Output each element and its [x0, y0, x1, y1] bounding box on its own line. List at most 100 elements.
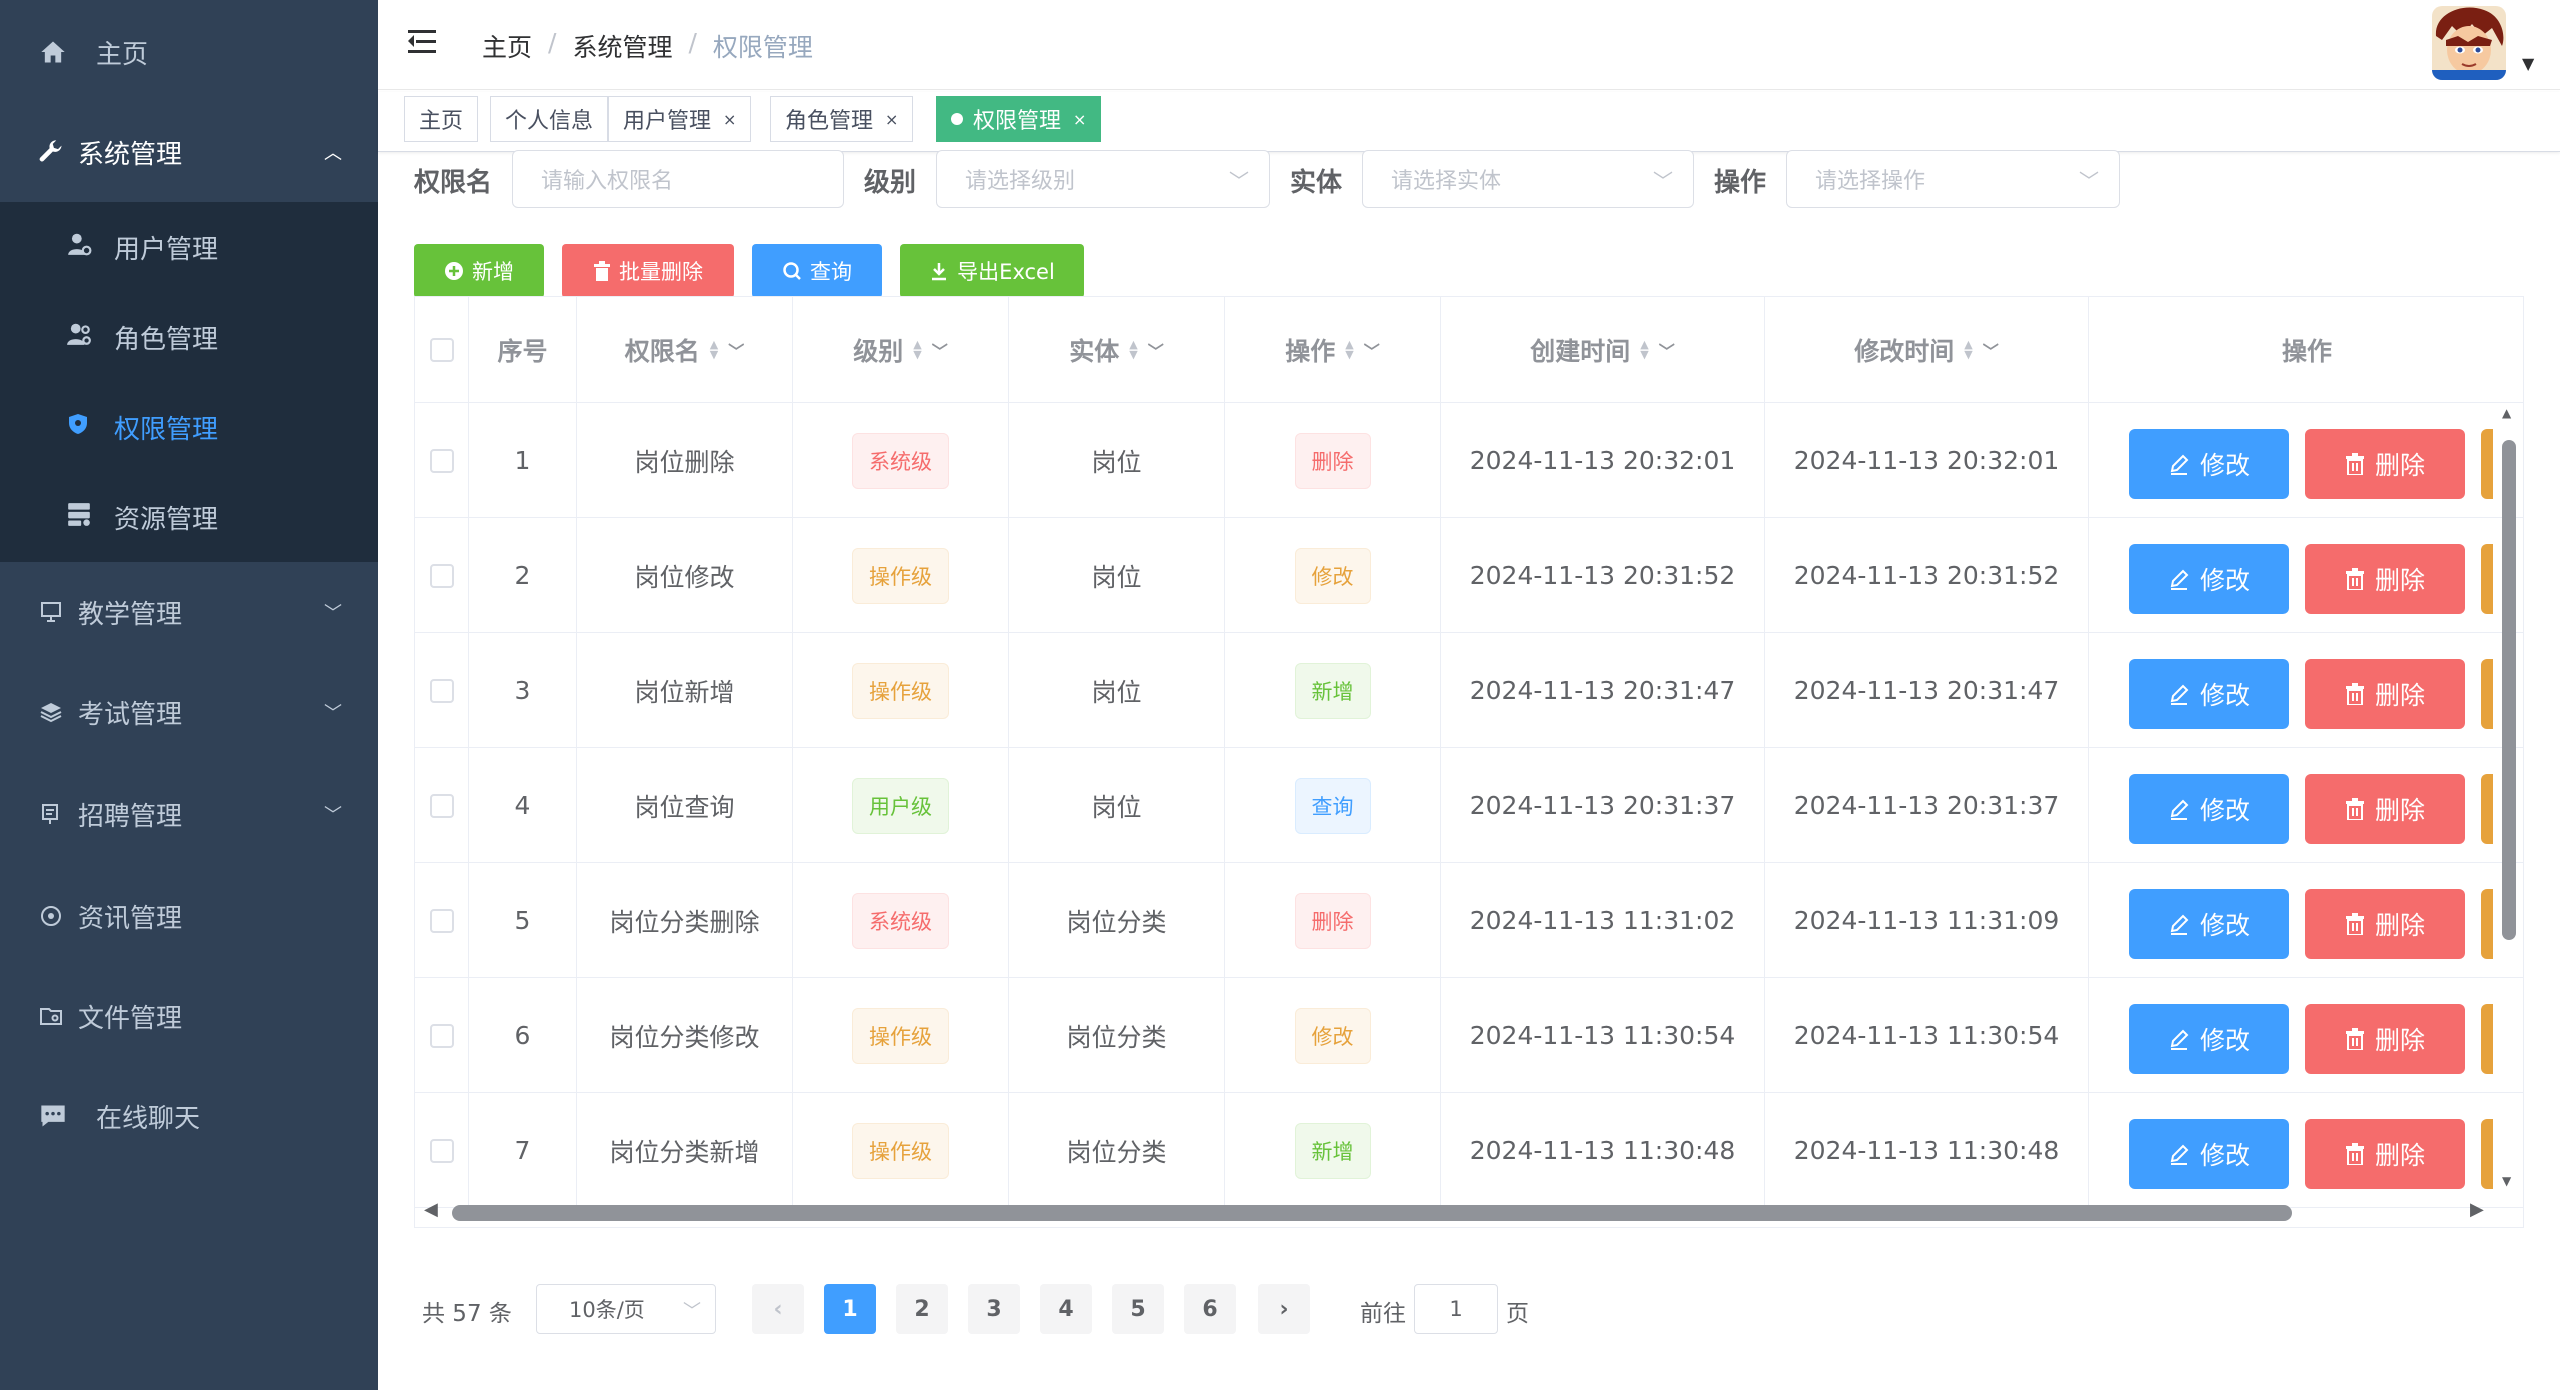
more-action-button[interactable] [2481, 544, 2493, 614]
add-button[interactable]: 新增 [414, 244, 544, 298]
delete-button[interactable]: 删除 [2305, 774, 2465, 844]
tag-users[interactable]: 用户管理 × [608, 96, 752, 142]
edit-button[interactable]: 修改 [2129, 889, 2289, 959]
level-select[interactable]: 请选择级别 ﹀ [936, 150, 1270, 208]
delete-button[interactable]: 删除 [2305, 889, 2465, 959]
filter-chevron-icon[interactable]: ﹀ [1148, 338, 1164, 362]
row-checkbox[interactable] [429, 448, 454, 473]
sort-icon[interactable]: ▲ ▼ [913, 339, 921, 360]
cell-index: 5 [469, 863, 577, 978]
edit-button[interactable]: 修改 [2129, 659, 2289, 729]
caret-down-icon[interactable]: ▼ [2522, 54, 2534, 73]
scroll-left-icon[interactable]: ◀ [424, 1199, 438, 1220]
filter-chevron-icon[interactable]: ﹀ [1983, 338, 1999, 362]
sidebar-item-roles[interactable]: 角色管理 [0, 292, 378, 382]
page-button[interactable]: 6 [1184, 1284, 1236, 1334]
select-all-checkbox[interactable] [429, 337, 454, 362]
sidebar-item-recruit[interactable]: 招聘管理 ﹀ [0, 764, 378, 864]
delete-button[interactable]: 删除 [2305, 544, 2465, 614]
more-action-button[interactable] [2481, 1119, 2493, 1189]
sidebar-item-permissions[interactable]: 权限管理 [0, 382, 378, 472]
close-icon[interactable]: × [1073, 110, 1086, 129]
edit-button[interactable]: 修改 [2129, 1119, 2289, 1189]
column-header-operation[interactable]: 操作 ▲ ▼ ﹀ [1225, 297, 1441, 403]
more-action-button[interactable] [2481, 1004, 2493, 1074]
close-icon[interactable]: × [885, 110, 898, 129]
more-action-button[interactable] [2481, 429, 2493, 499]
edit-button[interactable]: 修改 [2129, 544, 2289, 614]
sidebar-item-files[interactable]: 文件管理 [0, 966, 378, 1066]
prev-page-button[interactable]: ‹ [752, 1284, 804, 1334]
batch-delete-button[interactable]: 批量删除 [562, 244, 734, 298]
column-header-modified[interactable]: 修改时间 ▲ ▼ ﹀ [1765, 297, 2089, 403]
delete-button-label: 删除 [2374, 796, 2425, 825]
sidebar-item-resources[interactable]: 资源管理 [0, 472, 378, 562]
sidebar-item-label: 权限管理 [114, 414, 219, 445]
filter-chevron-icon[interactable]: ﹀ [932, 338, 948, 362]
more-action-button[interactable] [2481, 889, 2493, 959]
more-action-button[interactable] [2481, 659, 2493, 729]
sidebar-item-news[interactable]: 资讯管理 [0, 866, 378, 966]
edit-button[interactable]: 修改 [2129, 1004, 2289, 1074]
scroll-up-icon[interactable]: ▲ [2502, 406, 2511, 420]
goto-page-input[interactable]: 1 [1414, 1284, 1498, 1334]
tag-roles[interactable]: 角色管理 × [770, 96, 914, 142]
column-header-name[interactable]: 权限名 ▲ ▼ ﹀ [577, 297, 793, 403]
page-button[interactable]: 5 [1112, 1284, 1164, 1334]
filter-chevron-icon[interactable]: ﹀ [1364, 338, 1380, 362]
sidebar-item-exam[interactable]: 考试管理 ﹀ [0, 662, 378, 762]
page-button[interactable]: 3 [968, 1284, 1020, 1334]
column-header-level[interactable]: 级别 ▲ ▼ ﹀ [793, 297, 1009, 403]
query-button[interactable]: 查询 [752, 244, 882, 298]
page-button[interactable]: 4 [1040, 1284, 1092, 1334]
scroll-right-icon[interactable]: ▶ [2470, 1199, 2484, 1220]
scroll-down-icon[interactable]: ▼ [2502, 1174, 2511, 1188]
tag-permissions[interactable]: 权限管理 × [936, 96, 1102, 142]
trash-icon [2345, 798, 2364, 820]
tag-profile[interactable]: 个人信息 [490, 96, 609, 142]
edit-button[interactable]: 修改 [2129, 774, 2289, 844]
sidebar-item-users[interactable]: 用户管理 [0, 202, 378, 292]
page-size-select[interactable]: 10条/页 ﹀ [536, 1284, 716, 1334]
delete-button[interactable]: 删除 [2305, 1004, 2465, 1074]
operation-select[interactable]: 请选择操作 ﹀ [1786, 150, 2120, 208]
hamburger-icon[interactable] [408, 28, 438, 58]
filter-chevron-icon[interactable]: ﹀ [728, 338, 744, 362]
delete-button[interactable]: 删除 [2305, 659, 2465, 729]
row-checkbox[interactable] [429, 678, 454, 703]
page-button[interactable]: 2 [896, 1284, 948, 1334]
delete-button[interactable]: 删除 [2305, 429, 2465, 499]
next-page-button[interactable]: › [1258, 1284, 1310, 1334]
close-icon[interactable]: × [723, 110, 736, 129]
sidebar-item-teaching[interactable]: 教学管理 ﹀ [0, 562, 378, 662]
horizontal-scrollbar-thumb[interactable] [452, 1205, 2292, 1221]
more-action-button[interactable] [2481, 774, 2493, 844]
vertical-scrollbar-thumb[interactable] [2502, 440, 2516, 940]
breadcrumb-item[interactable]: 主页 [482, 28, 532, 64]
entity-select[interactable]: 请选择实体 ﹀ [1362, 150, 1694, 208]
breadcrumb-item[interactable]: 系统管理 [572, 28, 672, 64]
sort-icon[interactable]: ▲ ▼ [710, 339, 718, 360]
row-checkbox[interactable] [429, 1023, 454, 1048]
permission-name-input[interactable]: 请输入权限名 [512, 150, 844, 208]
avatar[interactable] [2432, 6, 2506, 80]
sort-icon[interactable]: ▲ ▼ [1345, 339, 1353, 360]
delete-button[interactable]: 删除 [2305, 1119, 2465, 1189]
sort-icon[interactable]: ▲ ▼ [1129, 339, 1137, 360]
export-excel-button[interactable]: 导出Excel [900, 244, 1084, 298]
row-checkbox[interactable] [429, 563, 454, 588]
sort-icon[interactable]: ▲ ▼ [1640, 339, 1648, 360]
row-checkbox[interactable] [429, 1138, 454, 1163]
tag-home[interactable]: 主页 [404, 96, 479, 142]
sidebar-item-home[interactable]: 主页 [0, 2, 378, 102]
column-header-created[interactable]: 创建时间 ▲ ▼ ﹀ [1441, 297, 1765, 403]
column-header-entity[interactable]: 实体 ▲ ▼ ﹀ [1009, 297, 1225, 403]
page-button[interactable]: 1 [824, 1284, 876, 1334]
sidebar-item-chat[interactable]: 在线聊天 [0, 1066, 378, 1166]
filter-chevron-icon[interactable]: ﹀ [1659, 338, 1675, 362]
sidebar-item-system[interactable]: 系统管理 ︿ [0, 102, 378, 202]
row-checkbox[interactable] [429, 908, 454, 933]
sort-icon[interactable]: ▲ ▼ [1964, 339, 1972, 360]
edit-button[interactable]: 修改 [2129, 429, 2289, 499]
row-checkbox[interactable] [429, 793, 454, 818]
